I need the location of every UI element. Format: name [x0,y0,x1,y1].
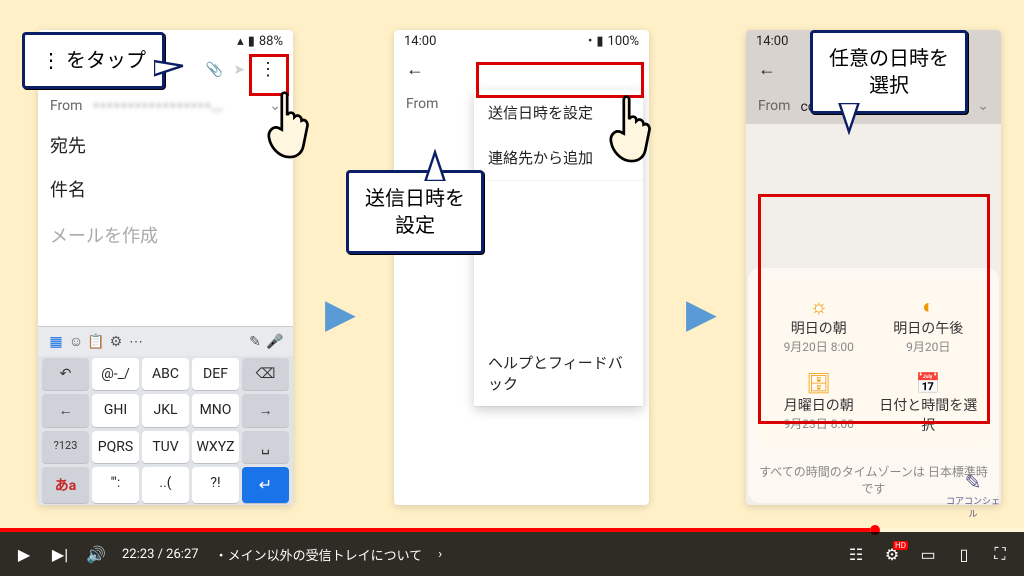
to-label: 宛先 [50,132,259,158]
status-bar: 14:00 • ▮ 100% [394,30,649,51]
key-at[interactable]: @-_/ [92,358,139,390]
key-ghi[interactable]: GHI [92,394,139,427]
mic-icon[interactable]: 🎤 [265,334,285,350]
hd-badge: HD [893,541,908,550]
callout-tail-icon [833,103,865,135]
key-123[interactable]: ?123 [42,431,89,463]
next-button[interactable]: ▶| [50,545,70,564]
clock: 14:00 [756,34,788,49]
video-chapter[interactable]: ・メイン以外の受信トレイについて [215,545,423,564]
attach-icon[interactable]: 📎 [206,62,223,78]
settings-icon[interactable]: ⚙ [106,334,126,350]
play-button[interactable]: ▶ [14,545,34,564]
callout-tap-more: ⋮ をタップ [22,32,165,89]
battery-icon: ▮ [596,34,603,49]
signal-icon: ▴ [237,34,244,49]
highlight-schedule-grid [758,194,990,424]
fullscreen-button[interactable]: ⛶ [990,544,1010,564]
clipboard-icon[interactable]: 📋 [86,334,106,350]
compose-body[interactable]: メールを作成 [38,212,293,258]
status-icons: ▴ ▮ 88% [237,34,283,49]
from-value: ･････････････････... [92,96,259,116]
callout-schedule: 送信日時を 設定 [346,170,484,254]
send-icon[interactable]: ➤ [233,62,245,78]
subject-field[interactable]: 件名 [38,166,293,212]
key-reverse[interactable]: ↶ [42,358,89,390]
chevron-down-icon[interactable]: ⌄ [977,98,989,114]
key-paren[interactable]: ..( [142,467,189,503]
to-row[interactable]: 宛先 ⌄ [38,124,293,166]
key-jkl[interactable]: JKL [142,394,189,427]
channel-logo: ✎ コアコンシェル [946,470,1000,520]
key-backspace[interactable]: ⌫ [242,358,289,390]
key-abc[interactable]: ABC [142,358,189,390]
keyboard[interactable]: ↶ @-_/ ABC DEF ⌫ ← GHI JKL MNO → ?123 PQ… [38,356,293,505]
arrow-right-icon: ▶ [325,290,356,337]
dot-icon: • [588,34,592,49]
from-label: From [758,98,790,114]
back-icon[interactable]: ← [406,59,424,80]
back-icon[interactable]: ← [758,59,776,80]
arrow-right-icon: ▶ [686,290,717,337]
callout-text: ⋮ をタップ [41,48,146,72]
status-icons: • ▮ 100% [588,34,639,49]
key-mno[interactable]: MNO [192,394,239,427]
menu-help-feedback[interactable]: ヘルプとフィードバック [474,340,643,406]
callout-pick-datetime: 任意の日時を 選択 [810,30,968,114]
highlight-schedule-menu [476,62,644,98]
key-right[interactable]: → [242,394,289,427]
emoji-stroke-icon[interactable]: ☺ [66,333,86,350]
channel-logo-label: コアコンシェル [946,494,1000,520]
key-wxyz[interactable]: WXYZ [192,431,239,463]
from-label: From [406,96,438,112]
callout-text: 任意の日時を 選択 [829,46,949,97]
theater-button[interactable]: ▯ [954,545,974,564]
battery-icon: ▮ [248,34,255,49]
key-return[interactable]: ↵ [242,467,289,503]
grid-icon[interactable]: ▦ [46,334,66,350]
battery-pct: 100% [608,34,639,49]
chevron-right-icon: › [438,547,442,562]
captions-button[interactable]: ☷ [846,545,866,564]
key-left[interactable]: ← [42,394,89,427]
hand-pointer-icon [602,94,660,166]
key-quote[interactable]: '": [92,467,139,503]
from-label: From [50,98,82,114]
settings-button[interactable]: ⚙HD [882,545,902,564]
callout-text: 送信日時を 設定 [365,186,465,237]
video-controls: ▶ ▶| 🔊 22:23 / 26:27 ・メイン以外の受信トレイについて › … [0,532,1024,576]
key-def[interactable]: DEF [192,358,239,390]
miniplayer-button[interactable]: ▭ [918,545,938,564]
callout-tail-icon [419,149,451,181]
key-tuv[interactable]: TUV [142,431,189,463]
pencil-icon[interactable]: ✎ [245,334,265,350]
phone-compose: ▴ ▮ 88% ← 📎 ➤ ⋮ From ･････････････････..… [38,30,293,505]
video-time: 22:23 / 26:27 [122,547,199,562]
hand-pointer-icon [260,90,318,162]
volume-button[interactable]: 🔊 [86,545,106,564]
callout-tail-icon [154,53,186,85]
key-punct[interactable]: ?! [192,467,239,503]
key-pqrs[interactable]: PQRS [92,431,139,463]
dots-icon[interactable]: ⋯ [126,334,146,350]
clock: 14:00 [404,34,436,49]
battery-pct: 88% [259,34,283,49]
keyboard-toolbar: ▦ ☺ 📋 ⚙ ⋯ ✎ 🎤 [38,326,293,356]
key-space[interactable]: ␣ [242,431,289,463]
key-lang[interactable]: あa [42,467,89,503]
